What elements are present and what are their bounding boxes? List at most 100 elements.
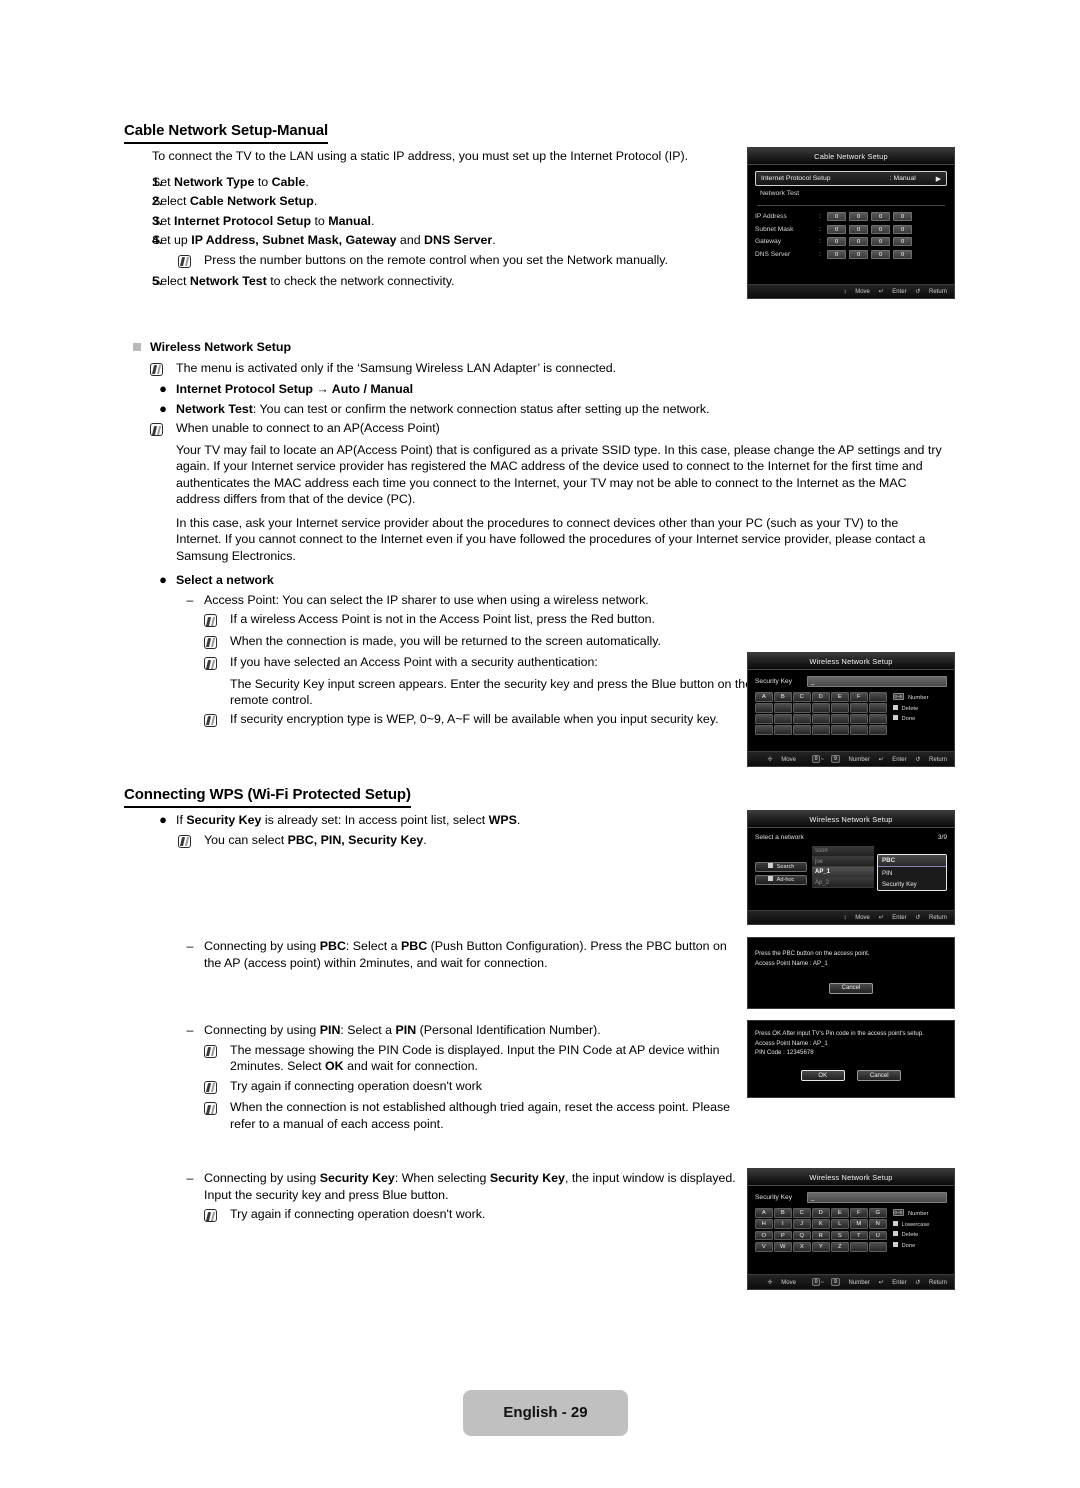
ip-octet-box[interactable]: 0	[827, 212, 846, 221]
keyboard-key[interactable]: X	[793, 1242, 811, 1252]
keyboard-key[interactable]: K	[812, 1219, 830, 1229]
keyboard-key-blank[interactable]	[831, 725, 849, 735]
onscreen-keyboard[interactable]: ABCDEFG HIJKLMN OPQRSTU VWXYZ	[755, 1208, 887, 1252]
keyboard-key[interactable]: C	[793, 692, 811, 702]
keyboard-key-blank[interactable]	[850, 1242, 868, 1252]
keyboard-key-blank[interactable]	[850, 703, 868, 713]
ip-field-row[interactable]: Gateway:0 0 0 0	[755, 237, 947, 246]
onscreen-keyboard[interactable]: ABCDEF	[755, 692, 887, 735]
ip-octet-box[interactable]: 0	[871, 249, 890, 259]
dropdown-option[interactable]: Security Key	[878, 879, 946, 890]
keyboard-key-blank[interactable]	[774, 703, 792, 713]
keyboard-key[interactable]: G	[869, 1208, 887, 1218]
menu-row-internet-protocol-setup[interactable]: Internet Protocol Setup : Manual ▶	[755, 171, 947, 186]
wps-method-dropdown[interactable]: PBC PIN Security Key	[877, 854, 947, 892]
keyboard-key[interactable]: J	[793, 1219, 811, 1229]
keyboard-key-blank[interactable]	[869, 725, 887, 735]
keyboard-key[interactable]: H	[755, 1219, 773, 1229]
keyboard-key[interactable]: C	[793, 1208, 811, 1218]
ip-octet-box[interactable]: 0	[827, 224, 846, 234]
ip-octet-box[interactable]: 0	[893, 224, 912, 234]
keyboard-key-blank[interactable]	[850, 725, 868, 735]
keyboard-key[interactable]: W	[774, 1242, 792, 1252]
ip-field-row[interactable]: IP Address:0 0 0 0	[755, 212, 947, 221]
network-list-item[interactable]: joe	[812, 856, 874, 867]
keyboard-key-blank[interactable]	[850, 714, 868, 724]
keyboard-key[interactable]: Z	[831, 1242, 849, 1252]
keyboard-key-blank[interactable]	[755, 714, 773, 724]
network-list-item[interactable]: AP_1	[812, 867, 874, 878]
ip-field-row[interactable]: DNS Server:0 0 0 0	[755, 249, 947, 259]
keyboard-key[interactable]: S	[831, 1230, 849, 1241]
keyboard-key[interactable]: A	[755, 692, 773, 702]
ip-octet-box[interactable]: 0	[849, 212, 868, 221]
security-key-input[interactable]: _	[807, 676, 947, 687]
ok-button[interactable]: OK	[800, 1070, 845, 1081]
cancel-button[interactable]: Cancel	[829, 982, 873, 994]
ip-octet-box[interactable]: 0	[849, 249, 868, 259]
keyboard-key-blank[interactable]	[812, 725, 830, 735]
keyboard-key-blank[interactable]	[774, 714, 792, 724]
menu-row-network-test[interactable]: Network Test	[755, 189, 947, 201]
keyboard-key-blank[interactable]	[869, 703, 887, 713]
keyboard-key[interactable]: M	[850, 1219, 868, 1229]
keyboard-key[interactable]: D	[812, 692, 830, 702]
ip-octet-box[interactable]: 0	[871, 224, 890, 234]
ip-octet-box[interactable]: 0	[893, 212, 912, 221]
keyboard-key[interactable]: F	[850, 1208, 868, 1218]
network-search-button[interactable]: Search	[755, 862, 807, 872]
keyboard-key[interactable]: F	[850, 692, 868, 702]
keyboard-key[interactable]: N	[869, 1219, 887, 1229]
network-list-item[interactable]: Ap_2	[812, 877, 874, 888]
ip-octet-box[interactable]: 0	[827, 249, 846, 259]
ip-octet-box[interactable]: 0	[871, 237, 890, 246]
network-list[interactable]: sson joe AP_1 Ap_2	[812, 846, 874, 888]
keyboard-key[interactable]: T	[850, 1230, 868, 1241]
keyboard-key[interactable]: O	[755, 1230, 773, 1241]
keyboard-key-blank[interactable]	[869, 692, 887, 702]
keyboard-key-blank[interactable]	[793, 714, 811, 724]
keyboard-key-blank[interactable]	[793, 703, 811, 713]
keyboard-key-blank[interactable]	[831, 714, 849, 724]
number-key-icon: 0~9	[892, 693, 904, 700]
keyboard-key[interactable]: V	[755, 1242, 773, 1252]
keyboard-key[interactable]: E	[831, 692, 849, 702]
ip-octet-box[interactable]: 0	[893, 249, 912, 259]
ip-field-row[interactable]: Subnet Mask:0 0 0 0	[755, 224, 947, 234]
osd-footer: ↕ Move ↵ Enter ↺ Return	[748, 284, 954, 298]
keyboard-key[interactable]: B	[774, 1208, 792, 1218]
keyboard-key-blank[interactable]	[869, 714, 887, 724]
ip-octet-box[interactable]: 0	[827, 237, 846, 246]
keyboard-key[interactable]: Y	[812, 1242, 830, 1252]
keyboard-key-blank[interactable]	[812, 714, 830, 724]
dropdown-option[interactable]: PIN	[878, 867, 946, 878]
keyboard-key-blank[interactable]	[812, 703, 830, 713]
keyboard-key-blank[interactable]	[793, 725, 811, 735]
cancel-button[interactable]: Cancel	[857, 1070, 902, 1081]
ip-octet-box[interactable]: 0	[849, 237, 868, 246]
keyboard-key[interactable]: U	[869, 1230, 887, 1241]
keyboard-key-blank[interactable]	[831, 703, 849, 713]
legend-label: Lowercase	[901, 1221, 930, 1228]
keyboard-key[interactable]: B	[774, 692, 792, 702]
keyboard-key[interactable]: E	[831, 1208, 849, 1218]
keyboard-key-blank[interactable]	[869, 1242, 887, 1252]
keyboard-key[interactable]: P	[774, 1230, 792, 1241]
security-key-input[interactable]: _	[807, 1192, 947, 1203]
network-list-item[interactable]: sson	[812, 846, 874, 857]
keyboard-key-blank[interactable]	[755, 703, 773, 713]
keyboard-key[interactable]: I	[774, 1219, 792, 1229]
keyboard-key[interactable]: A	[755, 1208, 773, 1218]
keyboard-key[interactable]: D	[812, 1208, 830, 1218]
keyboard-key-blank[interactable]	[755, 725, 773, 735]
keyboard-key-blank[interactable]	[774, 725, 792, 735]
network-ad-hoc-button[interactable]: Ad-hoc	[755, 875, 807, 885]
keyboard-key[interactable]: Q	[793, 1230, 811, 1241]
dropdown-option[interactable]: PBC	[878, 855, 946, 868]
keyboard-key[interactable]: L	[831, 1219, 849, 1229]
ip-octet-box[interactable]: 0	[893, 237, 912, 246]
ip-octet-box[interactable]: 0	[849, 224, 868, 234]
security-key-label: Security Key	[755, 678, 793, 685]
ip-octet-box[interactable]: 0	[871, 212, 890, 221]
keyboard-key[interactable]: R	[812, 1230, 830, 1241]
